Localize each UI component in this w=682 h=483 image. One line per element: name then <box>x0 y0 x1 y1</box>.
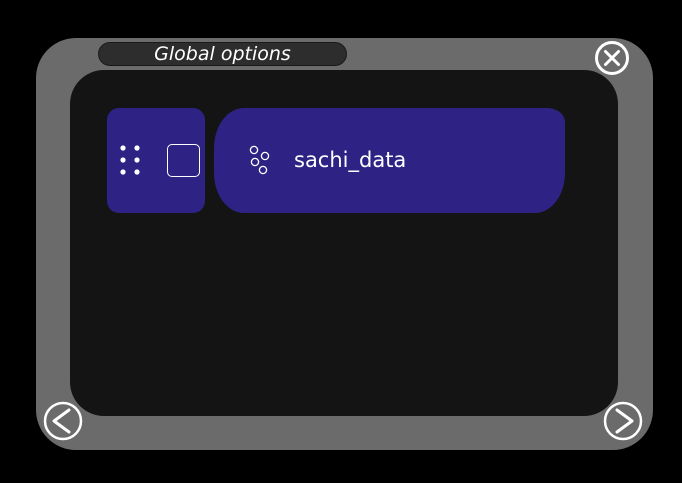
next-page-button[interactable] <box>603 401 643 441</box>
drag-handle-icon[interactable] <box>117 143 145 179</box>
chevron-left-icon <box>43 401 83 441</box>
bubbles-icon <box>247 145 271 177</box>
list-item-checkbox[interactable] <box>167 144 200 177</box>
list-item-label: sachi_data <box>294 148 407 172</box>
previous-page-button[interactable] <box>43 401 83 441</box>
close-icon <box>595 41 629 75</box>
close-button[interactable] <box>594 40 630 76</box>
dialog-title: Global options <box>98 42 347 66</box>
chevron-right-icon <box>603 401 643 441</box>
